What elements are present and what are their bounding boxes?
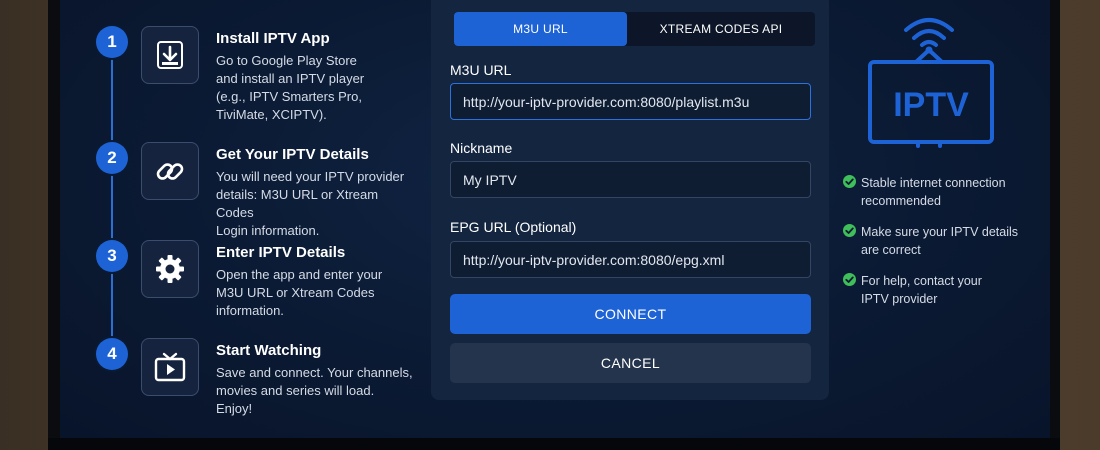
steps-list: 1 Install IPTV App Go to Google Play Sto… [96, 26, 456, 426]
step-title: Install IPTV App [216, 30, 330, 47]
check-icon [843, 175, 856, 188]
epg-url-label: EPG URL (Optional) [450, 219, 577, 235]
step-start-watching: 4 Start Watching Save and connect. Your … [96, 338, 456, 438]
step-description: Save and connect. Your channels, movies … [216, 365, 413, 416]
cancel-button[interactable]: CANCEL [450, 343, 811, 383]
step-number-badge: 4 [96, 338, 128, 370]
step-title: Start Watching [216, 342, 322, 359]
nickname-label: Nickname [450, 140, 513, 156]
step-description: You will need your IPTV provider details… [216, 169, 405, 238]
tab-xtream-codes-api[interactable]: XTREAM CODES API [627, 12, 815, 46]
list-item: For help, contact your IPTV provider [843, 272, 1033, 308]
list-item: Stable internet connection recommended [843, 174, 1033, 210]
step-description: Go to Google Play Store and install an I… [216, 53, 365, 122]
step-get-details: 2 Get Your IPTV Details You will need yo… [96, 142, 456, 242]
gear-icon [141, 240, 199, 298]
tips-checklist: Stable internet connection recommended M… [843, 174, 1033, 321]
step-number-badge: 1 [96, 26, 128, 58]
step-number-badge: 3 [96, 240, 128, 272]
step-description: Open the app and enter your M3U URL or X… [216, 267, 383, 318]
tv-screen: 1 Install IPTV App Go to Google Play Sto… [60, 0, 1050, 438]
step-number-badge: 2 [96, 142, 128, 174]
tv-bottom-edge [48, 438, 1060, 450]
step-title: Enter IPTV Details [216, 244, 346, 261]
source-type-tabs: M3U URL XTREAM CODES API [454, 12, 815, 46]
tv-play-icon [141, 338, 199, 396]
step-install-app: 1 Install IPTV App Go to Google Play Sto… [96, 26, 456, 126]
list-item: Make sure your IPTV details are correct [843, 223, 1033, 259]
m3u-url-input[interactable]: http://your-iptv-provider.com:8080/playl… [450, 83, 811, 120]
nickname-input[interactable]: My IPTV [450, 161, 811, 198]
link-icon [141, 142, 199, 200]
check-icon [843, 224, 856, 237]
step-title: Get Your IPTV Details [216, 146, 369, 163]
tab-m3u-url[interactable]: M3U URL [454, 12, 627, 46]
connect-button[interactable]: CONNECT [450, 294, 811, 334]
download-icon [141, 26, 199, 84]
tv-logo-text: IPTV [893, 86, 969, 124]
connection-form-panel: M3U URL XTREAM CODES API M3U URL http://… [431, 0, 829, 400]
m3u-url-label: M3U URL [450, 62, 512, 78]
epg-url-input[interactable]: http://your-iptv-provider.com:8080/epg.x… [450, 241, 811, 278]
tv-wifi-icon: IPTV [866, 12, 996, 148]
check-icon [843, 273, 856, 286]
step-enter-details: 3 Enter IPTV Details Open the app and en… [96, 240, 456, 340]
